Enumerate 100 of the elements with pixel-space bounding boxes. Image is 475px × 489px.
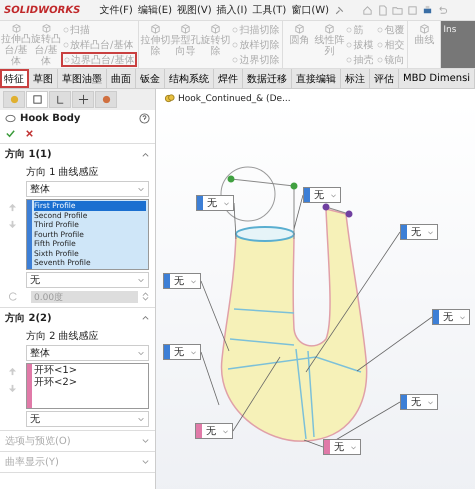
- menu-item[interactable]: 窗口(W): [291, 3, 330, 17]
- shape-icon: [346, 42, 352, 48]
- end-condition-callout[interactable]: 无: [196, 195, 234, 211]
- caret-icon: [330, 192, 337, 198]
- end-condition-callout[interactable]: 无: [163, 273, 201, 289]
- new-document-icon[interactable]: [377, 4, 388, 16]
- ribbon-tab[interactable]: 草图油墨: [58, 69, 107, 88]
- help-icon[interactable]: [139, 113, 150, 124]
- model-tree-item[interactable]: Hook_Continued_& (De...: [178, 94, 291, 104]
- end-condition-callout[interactable]: 无: [432, 309, 470, 325]
- ribbon-tab[interactable]: 特征: [0, 69, 29, 88]
- ribbon-tab[interactable]: 草图: [29, 69, 58, 88]
- feature-icon: [5, 113, 16, 124]
- caret-icon: [427, 398, 434, 406]
- cube-icon: [292, 22, 306, 35]
- undo-icon[interactable]: [437, 4, 448, 16]
- shape-icon: [232, 42, 238, 48]
- caret-icon: [222, 428, 229, 434]
- corner-icon: [54, 94, 66, 105]
- shape-icon: [64, 56, 70, 62]
- cube-icon: [10, 22, 22, 34]
- leader-line: [234, 202, 236, 240]
- ribbon-tab[interactable]: 数据迁移: [243, 69, 292, 88]
- panel-tab[interactable]: [72, 91, 94, 108]
- ribbon-tab[interactable]: 曲面: [107, 69, 136, 88]
- ribbon-tab[interactable]: 焊件: [214, 69, 243, 88]
- shape-icon: [377, 26, 384, 32]
- chevron-icon[interactable]: [141, 313, 150, 322]
- caret-icon: [190, 348, 197, 356]
- ribbon-tab[interactable]: 钣金: [136, 69, 165, 88]
- cube-icon: [40, 22, 52, 34]
- menu-item[interactable]: 编辑(E): [138, 3, 172, 17]
- ribbon-tab[interactable]: MBD Dimensi: [399, 69, 475, 88]
- cube-icon: [208, 22, 222, 35]
- caret-icon: [459, 314, 466, 320]
- field-label: 方向 1 曲线感应: [26, 167, 99, 178]
- end-condition-callout[interactable]: 无: [303, 187, 341, 203]
- save-icon[interactable]: [407, 4, 418, 16]
- spinner-icon[interactable]: [142, 291, 149, 302]
- caret-icon: [190, 278, 197, 284]
- end-condition-callout[interactable]: 无: [163, 344, 201, 360]
- caret-icon: [350, 444, 357, 450]
- end-condition-callout[interactable]: 无: [400, 394, 438, 410]
- dropdown[interactable]: 整体: [26, 344, 149, 360]
- ribbon-tab[interactable]: 评估: [370, 69, 399, 88]
- angle-icon: [8, 291, 19, 302]
- shape-icon: [346, 26, 352, 32]
- shape-icon: [232, 26, 238, 32]
- dropdown[interactable]: 整体: [26, 181, 149, 197]
- shape-icon: [63, 26, 69, 32]
- menu-item[interactable]: 插入(I): [216, 3, 248, 17]
- app-logo: SOLIDWORKS: [4, 4, 80, 16]
- menu-item[interactable]: 文件(F): [99, 3, 133, 17]
- list-item[interactable]: 开环<1>: [34, 364, 146, 376]
- shape-icon: [346, 56, 352, 62]
- leader-line: [304, 440, 324, 448]
- dropdown[interactable]: 无: [26, 272, 149, 288]
- cube-icon: [322, 22, 336, 35]
- shape-icon: [377, 42, 384, 48]
- folder-icon[interactable]: [392, 4, 404, 16]
- caret-icon: [427, 228, 434, 236]
- list-item[interactable]: 开环<2>: [34, 376, 146, 388]
- section-title: 曲率显示(Y): [5, 456, 59, 468]
- down-arrow-icon[interactable]: [8, 220, 17, 229]
- section-title: 方向 1(1): [5, 147, 52, 161]
- caret-icon: [223, 200, 230, 206]
- crosshair-icon: [78, 94, 88, 105]
- part-icon: [164, 93, 175, 104]
- end-condition-callout[interactable]: 无: [323, 439, 361, 455]
- menu-item[interactable]: 工具(T): [252, 3, 286, 17]
- home-icon[interactable]: [362, 4, 374, 16]
- shape-icon: [377, 56, 384, 62]
- up-arrow-icon[interactable]: [8, 203, 17, 212]
- ribbon-tab[interactable]: 标注: [341, 69, 370, 88]
- pin-icon[interactable]: [334, 4, 346, 16]
- field-label: 方向 2 曲线感应: [26, 330, 99, 342]
- down-arrow-icon[interactable]: [8, 384, 17, 392]
- panel-tab[interactable]: [26, 91, 48, 108]
- dropdown[interactable]: 无: [26, 410, 149, 426]
- ribbon-tab[interactable]: 结构系统: [165, 69, 214, 88]
- ribbon-tab[interactable]: 直接编辑: [292, 69, 341, 88]
- end-condition-callout[interactable]: 无: [400, 224, 438, 240]
- section-title: 选项与预览(O): [5, 434, 71, 448]
- close-icon[interactable]: [24, 128, 35, 139]
- instant3d-panel[interactable]: Ins: [441, 21, 475, 68]
- cube-icon: [418, 22, 431, 35]
- cube-icon: [178, 22, 192, 35]
- menu-item[interactable]: 视图(V): [176, 3, 212, 17]
- caret-icon: [137, 185, 145, 193]
- square-icon: [32, 94, 42, 105]
- check-icon[interactable]: [5, 128, 16, 139]
- shape-icon: [232, 56, 238, 62]
- feature-title: Hook Body: [20, 113, 80, 124]
- section-title: 方向 2(2): [5, 311, 52, 324]
- print-icon[interactable]: [422, 4, 434, 16]
- shape-icon: [63, 42, 69, 48]
- cube-icon: [148, 22, 162, 35]
- end-condition-callout[interactable]: 无: [195, 423, 233, 439]
- leader-line: [294, 194, 304, 230]
- up-arrow-icon[interactable]: [8, 366, 17, 376]
